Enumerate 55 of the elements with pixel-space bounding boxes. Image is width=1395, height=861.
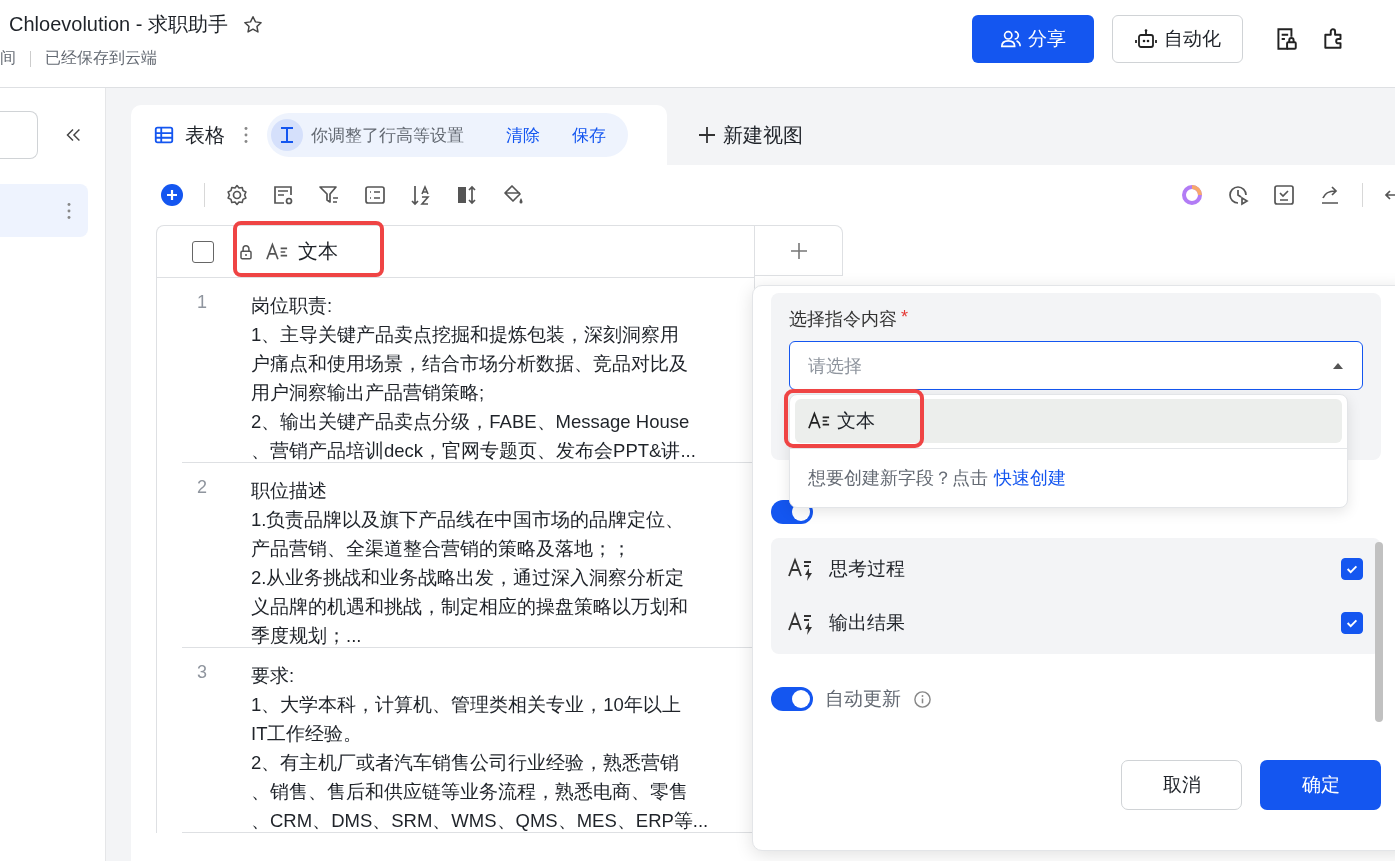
select-all-checkbox[interactable] <box>192 240 214 263</box>
location-text: 间 <box>0 48 16 68</box>
checkbox-list-icon[interactable] <box>1272 183 1296 207</box>
field-settings-icon[interactable] <box>271 183 295 207</box>
ai-text-field-icon <box>787 556 815 582</box>
row-number: 3 <box>196 661 208 684</box>
ai-text-field-icon <box>787 610 815 636</box>
view-tab[interactable]: 表格 <box>153 121 231 149</box>
confirm-button[interactable]: 确定 <box>1260 760 1381 810</box>
checkbox[interactable] <box>1341 612 1363 634</box>
row-height-icon <box>271 119 303 151</box>
new-view-button[interactable]: 新建视图 <box>667 105 803 165</box>
save-status: 已经保存到云端 <box>45 48 157 68</box>
add-icon[interactable] <box>160 183 184 207</box>
ai-ring-icon[interactable] <box>1180 183 1204 207</box>
row-number: 2 <box>196 476 208 499</box>
star-icon[interactable] <box>241 13 264 36</box>
clear-link[interactable]: 清除 <box>506 123 540 147</box>
required-mark: * <box>901 307 908 329</box>
table-icon <box>153 124 175 146</box>
save-link[interactable]: 保存 <box>572 123 606 147</box>
caret-icon <box>1332 361 1344 370</box>
notice-text: 你调整了行高等设置 <box>311 124 464 147</box>
create-hint: 想要创建新字段？点击 <box>808 467 988 490</box>
table-cell-text: 要求: 1、大学本科，计算机、管理类相关专业，10年以上 IT工作经验。 2、有主机厂或者汽车销售公司行业经验，熟悉营销 、销售、售后和供应链等业务流程，熟悉电商、零售 、CRM、DMS、SRM、WMS、QMS、MES、ERP等... <box>251 664 709 832</box>
table-cell-text: 岗位职责: 1、主导关键产品卖点挖掘和提炼包装，深刻洞察用 户痛点和使用场景，结合市场分析数据、竞品对比及 用户洞察输出产品营销策略; 2、输出关键产品卖点分级，FABE、Message House 、营销产品培训deck，官网专题页、发布会PPT&讲... <box>251 294 696 462</box>
list-icon[interactable] <box>363 183 387 207</box>
row-number: 1 <box>196 291 208 314</box>
table-cell-text: 职位描述 1.负责品牌以及旗下产品线在中国市场的品牌定位、 产品营销、全渠道整合营销的策略及落地；； 2.从业务挑战和业务战略出发，通过深入洞察分析定 义品牌的机遇和挑战，制定相应的操盘策略以万划和 季度规划；... <box>251 479 688 647</box>
field-label: 选择指令内容 <box>789 308 897 331</box>
more-icon[interactable] <box>243 124 249 146</box>
history-icon[interactable] <box>1226 183 1250 207</box>
search-field[interactable] <box>0 111 38 159</box>
settings-icon[interactable] <box>225 183 249 207</box>
robot-icon <box>1134 27 1158 51</box>
share-button[interactable]: 分享 <box>972 15 1094 63</box>
plus-icon <box>788 240 809 261</box>
column-header[interactable]: 文本 <box>236 226 338 277</box>
row-height-icon[interactable] <box>455 183 479 207</box>
quick-create-link[interactable]: 快速创建 <box>994 466 1066 490</box>
checkbox[interactable] <box>1341 558 1363 580</box>
cancel-button[interactable]: 取消 <box>1121 760 1242 810</box>
text-field-icon <box>264 240 290 263</box>
output-label: 输出结果 <box>829 611 906 635</box>
scrollbar[interactable] <box>1375 542 1383 722</box>
plus-icon <box>697 125 717 145</box>
dropdown-option[interactable]: 文本 <box>795 399 1342 443</box>
toggle-switch[interactable] <box>771 687 813 711</box>
document-title: Chloevolution - 求职助手 <box>9 12 228 37</box>
output-label: 思考过程 <box>829 557 906 581</box>
info-icon[interactable] <box>913 689 932 709</box>
users-icon <box>1000 28 1022 50</box>
toggle-label: 自动更新 <box>825 687 901 711</box>
automation-button[interactable]: 自动化 <box>1112 15 1243 63</box>
text-field-icon <box>807 410 831 432</box>
